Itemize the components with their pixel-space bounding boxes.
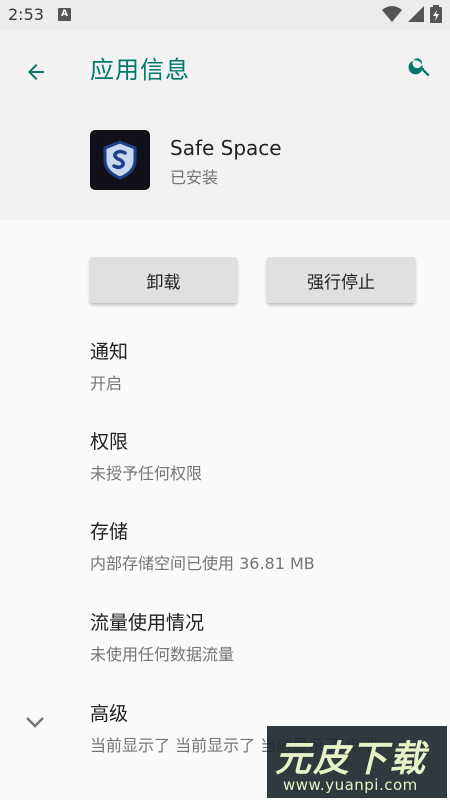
pref-notifications[interactable]: 通知 开启 <box>90 337 430 394</box>
status-icons <box>381 5 442 25</box>
shield-s-icon <box>103 140 137 180</box>
battery-icon <box>430 5 442 23</box>
uninstall-button[interactable]: 卸载 <box>90 257 237 303</box>
notification-badge-icon: A <box>58 8 71 21</box>
cell-signal-icon <box>407 6 424 22</box>
force-stop-button[interactable]: 强行停止 <box>267 257 415 303</box>
pref-title: 存储 <box>90 521 129 543</box>
pref-summary: 未授予任何权限 <box>90 464 203 483</box>
back-button[interactable] <box>14 50 58 94</box>
pref-storage[interactable]: 存储 内部存储空间已使用 36.81 MB <box>90 517 430 574</box>
arrow-left-icon <box>28 64 44 80</box>
pref-permissions[interactable]: 权限 未授予任何权限 <box>90 427 430 484</box>
page-title: 应用信息 <box>90 56 190 84</box>
search-icon <box>408 58 430 77</box>
pref-data-usage[interactable]: 流量使用情况 未使用任何数据流量 <box>90 608 430 665</box>
chevron-down-icon[interactable] <box>22 712 48 732</box>
app-name: Safe Space <box>170 136 282 160</box>
status-bar: 2:53 A <box>0 0 450 30</box>
status-time: 2:53 <box>8 5 44 24</box>
wifi-icon <box>381 6 402 22</box>
pref-title: 权限 <box>90 431 129 453</box>
pref-title: 高级 <box>90 703 129 725</box>
watermark-text: 元皮下载 <box>275 738 428 780</box>
pref-summary: 开启 <box>90 374 123 393</box>
pref-title: 通知 <box>90 341 129 363</box>
pref-title: 流量使用情况 <box>90 612 205 634</box>
pref-summary: 内部存储空间已使用 36.81 MB <box>90 554 315 573</box>
watermark-logo: 元皮下载 www.yuanpi.com <box>267 726 447 798</box>
pref-summary: 未使用任何数据流量 <box>90 645 235 664</box>
search-button[interactable] <box>398 44 442 88</box>
watermark-url: www.yuanpi.com <box>283 776 418 794</box>
app-icon <box>90 130 150 190</box>
app-install-status: 已安装 <box>170 168 219 187</box>
app-info-header: 应用信息 Safe Space 已安装 <box>0 30 450 220</box>
